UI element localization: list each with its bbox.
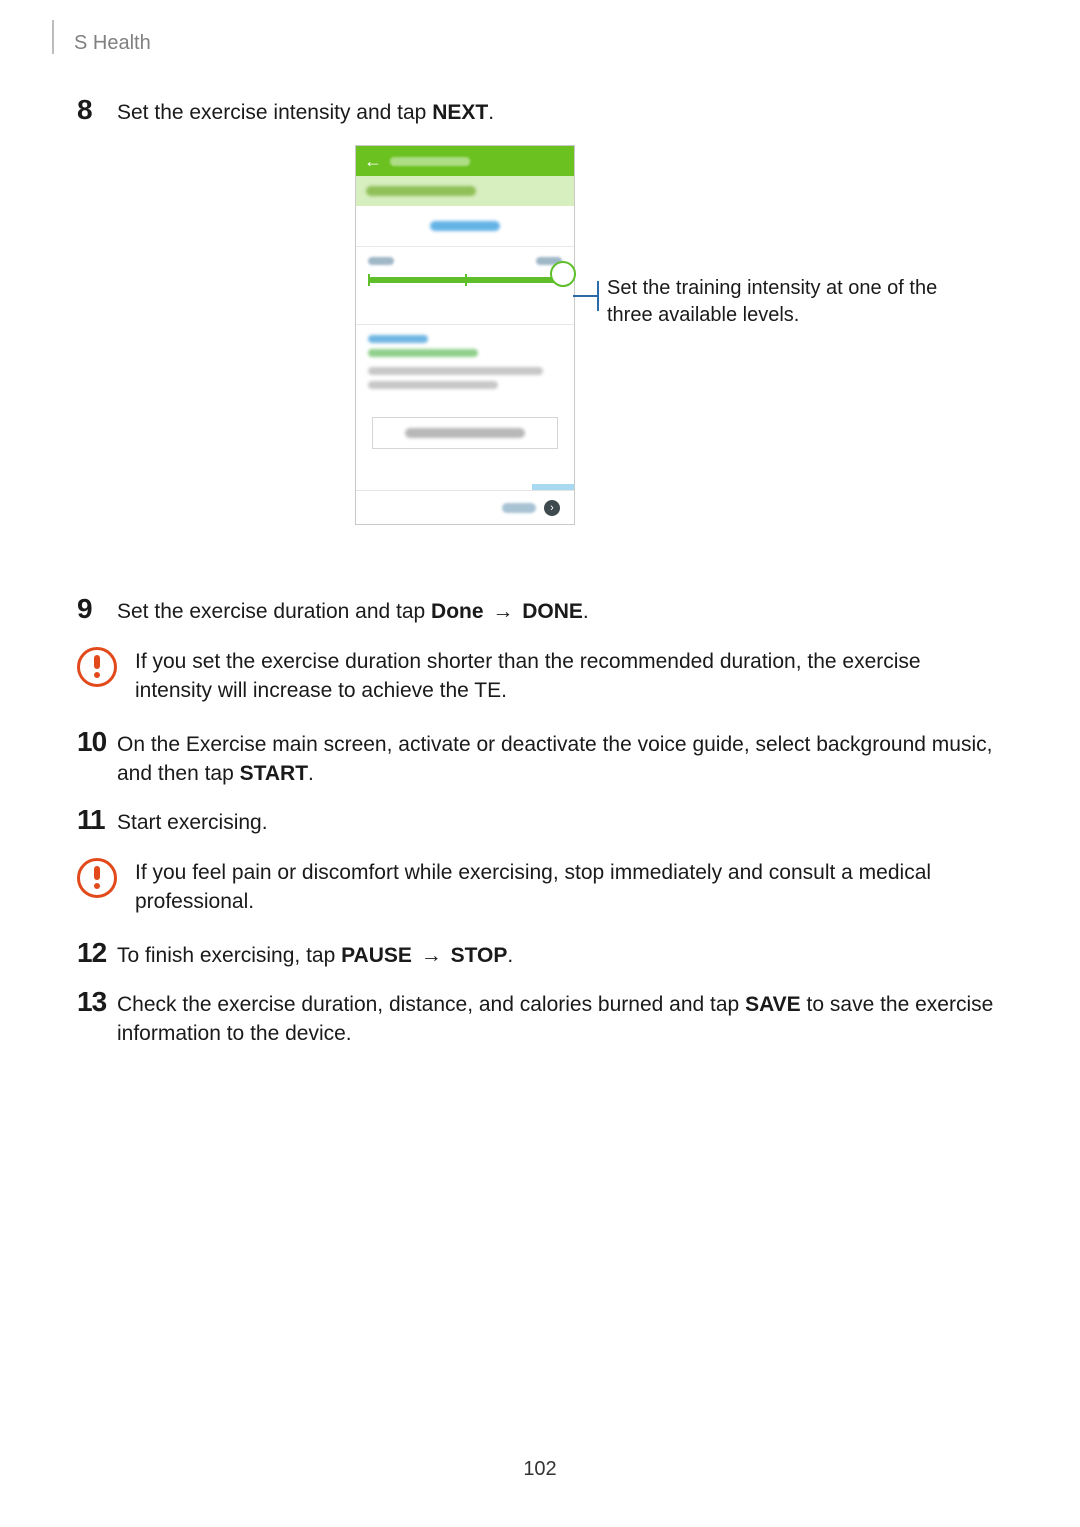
phone-screenshot: ←	[355, 145, 575, 525]
step-text: Set the exercise intensity and tap NEXT.	[117, 96, 494, 127]
step-number: 11	[77, 806, 111, 834]
step-number: 10	[77, 728, 111, 756]
slider-thumb[interactable]	[550, 261, 576, 287]
step-8: 8 Set the exercise intensity and tap NEX…	[77, 96, 1000, 127]
mode-label-blurred	[430, 221, 500, 231]
bottom-nav-bar: ›	[356, 490, 574, 524]
bold-label: SAVE	[745, 993, 801, 1016]
text: Set the exercise duration and tap	[117, 600, 431, 623]
step-number: 8	[77, 96, 111, 124]
bold-label: NEXT	[432, 101, 488, 124]
callout-text: If you set the exercise duration shorter…	[135, 645, 1000, 706]
step-text: Set the exercise duration and tap Done →…	[117, 595, 589, 626]
callout-text: If you feel pain or discomfort while exe…	[135, 856, 1000, 917]
more-information-label-blurred	[405, 428, 525, 438]
manual-page: S Health 8 Set the exercise intensity an…	[0, 0, 1080, 1527]
step-number: 9	[77, 595, 111, 623]
annotation-leader	[597, 281, 599, 283]
section-header: S Health	[74, 32, 151, 55]
slider-track	[368, 277, 562, 283]
annotation-leader	[573, 295, 599, 297]
next-label-blurred	[502, 503, 536, 513]
step-13: 13 Check the exercise duration, distance…	[77, 988, 1000, 1049]
app-topbar: ←	[356, 146, 574, 176]
slider-tick	[368, 274, 370, 286]
page-number: 102	[0, 1458, 1080, 1481]
text: .	[488, 101, 494, 124]
annotation-text: Set the training intensity at one of the…	[607, 275, 967, 329]
text: .	[308, 762, 314, 785]
text: .	[583, 600, 589, 623]
slider-low-label-blurred	[368, 257, 394, 265]
bold-label: DONE	[522, 600, 583, 623]
bold-label: Done	[431, 600, 484, 623]
blurred-line	[368, 367, 543, 375]
step-10: 10 On the Exercise main screen, activate…	[77, 728, 1000, 789]
more-information-button[interactable]	[372, 417, 558, 449]
figure-intensity-screen: ←	[77, 145, 1000, 565]
blurred-line	[368, 335, 428, 343]
annotation-leader	[597, 281, 599, 311]
intensity-slider[interactable]	[356, 247, 574, 325]
next-arrow-icon[interactable]: ›	[544, 500, 560, 516]
description-area	[356, 325, 574, 389]
warning-callout: If you feel pain or discomfort while exe…	[77, 856, 1000, 917]
warning-icon	[77, 647, 117, 687]
blurred-line	[368, 381, 498, 389]
step-text: Check the exercise duration, distance, a…	[117, 988, 1000, 1049]
text: To finish exercising, tap	[117, 944, 341, 967]
mode-row	[356, 206, 574, 247]
step-number: 12	[77, 939, 111, 967]
text: Set the exercise intensity and tap	[117, 101, 432, 124]
topbar-title-blurred	[390, 157, 470, 166]
blurred-line	[368, 349, 478, 357]
header-rule	[52, 20, 54, 54]
step-11: 11 Start exercising.	[77, 806, 1000, 837]
warning-icon	[77, 858, 117, 898]
section-header-label-blurred	[366, 186, 476, 196]
content-area: 8 Set the exercise intensity and tap NEX…	[77, 96, 1000, 1067]
bold-label: STOP	[451, 944, 508, 967]
step-text: Start exercising.	[117, 806, 268, 837]
section-header-bar	[356, 176, 574, 206]
step-9: 9 Set the exercise duration and tap Done…	[77, 595, 1000, 626]
bold-label: START	[240, 762, 308, 785]
arrow: →	[487, 600, 520, 623]
slider-tick	[465, 274, 467, 286]
bold-label: PAUSE	[341, 944, 412, 967]
slider-end-labels	[368, 257, 562, 265]
text: Check the exercise duration, distance, a…	[117, 993, 745, 1016]
step-number: 13	[77, 988, 111, 1016]
arrow: →	[415, 944, 448, 967]
back-arrow-icon[interactable]: ←	[364, 152, 382, 170]
warning-callout: If you set the exercise duration shorter…	[77, 645, 1000, 706]
step-text: On the Exercise main screen, activate or…	[117, 728, 1000, 789]
step-12: 12 To finish exercising, tap PAUSE → STO…	[77, 939, 1000, 970]
text: .	[507, 944, 513, 967]
step-text: To finish exercising, tap PAUSE → STOP.	[117, 939, 513, 970]
